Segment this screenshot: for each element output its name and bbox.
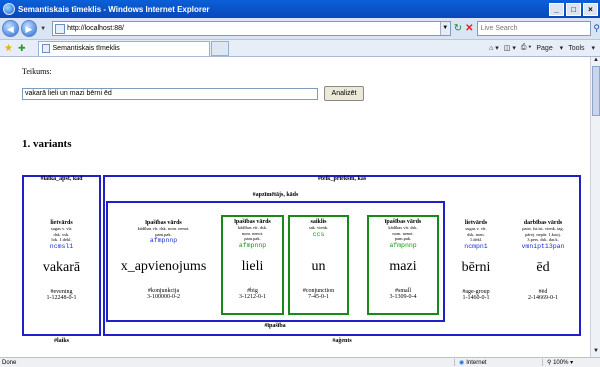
url-dropdown-icon[interactable]: ▼ [439, 22, 450, 35]
sentence-label: Teikums: [22, 67, 52, 76]
zone-label: Internet [466, 359, 487, 366]
word-tag: afmpnnp [389, 241, 417, 249]
scroll-down-icon[interactable]: ▼ [591, 348, 600, 357]
tools-menu[interactable]: Tools ▾ [568, 44, 595, 52]
word-id: 3-1212-0-1 [239, 293, 266, 300]
word-form: ēd [536, 259, 550, 275]
sentence-input[interactable]: vakarā lieli un mazi bērni ēd [22, 88, 318, 100]
page-menu-label: Page [536, 45, 553, 52]
word-un: saiklis sak. vienk. ccs un #conjunction … [290, 219, 347, 300]
refresh-icon[interactable]: ↻ [454, 23, 462, 34]
back-arrow-icon[interactable]: ◀ [2, 20, 19, 37]
word-form: un [311, 258, 326, 274]
word-id: 3-1309-0-4 [389, 293, 417, 300]
word-tag: ccs [312, 230, 325, 238]
word-form: lieli [241, 258, 264, 274]
analyze-button[interactable]: Analizēt [324, 86, 364, 101]
scroll-up-icon[interactable]: ▲ [591, 57, 600, 66]
word-id: 3-100000-0-2 [147, 294, 180, 300]
agents-label: #aģents [332, 338, 352, 344]
word-id: 1-1460-0-1 [462, 294, 490, 301]
page-content: Teikums: vakarā lieli un mazi bērni ēd A… [0, 57, 590, 357]
word-ed: darbības vārds patst. īst.ist. vienk. ta… [507, 220, 579, 301]
tab-page-icon [41, 44, 50, 53]
laika-apst-label: #laika_apst, kad [40, 176, 83, 182]
word-id: 2-14669-0-1 [528, 294, 558, 301]
ie-logo-icon [3, 3, 15, 15]
word-id: 7-45-0-1 [308, 293, 329, 300]
stop-icon[interactable]: ✕ [465, 23, 473, 34]
variant-heading: 1. variants [22, 138, 72, 150]
security-zone: ◉ Internet [454, 359, 542, 366]
word-tag: vmnipt13pan [521, 242, 565, 250]
history-dropdown-icon[interactable]: ▼ [40, 26, 46, 32]
window-title: Semantiskais tīmeklis - Windows Internet… [18, 4, 210, 14]
laiks-label: #laiks [53, 338, 69, 344]
word-vakara: lietvārds sugas v. vīr. dsk. vsk. lok. 1… [24, 220, 99, 301]
search-icon[interactable]: ⚲ [593, 23, 600, 34]
word-tag: afmpnnp [149, 237, 178, 244]
word-form: mazi [389, 258, 417, 274]
add-favorites-icon[interactable]: ✚ [18, 43, 26, 54]
minimize-button[interactable]: _ [549, 2, 564, 16]
address-field[interactable]: http://localhost:88/ ▼ [52, 21, 451, 36]
url-text[interactable]: http://localhost:88/ [67, 25, 124, 32]
word-tag: ncmpn1 [464, 242, 488, 250]
search-input[interactable]: Live Search [476, 21, 592, 36]
zoom-control[interactable]: ⚲ 100% ▾ [542, 359, 600, 366]
word-form: x_apvienojums [120, 259, 207, 274]
vertical-scrollbar[interactable]: ▲ ▼ [590, 57, 600, 357]
feeds-icon[interactable]: ◫ ▾ [504, 44, 516, 52]
globe-icon: ◉ [459, 360, 465, 366]
zoom-level: 100% [553, 360, 569, 366]
word-mazi: īpašības vārds kādības vīr. dsk. nom. ne… [369, 219, 437, 300]
word-tag: afmpnnp [238, 241, 267, 249]
address-toolbar: ◀ ▶ ▼ http://localhost:88/ ▼ ↻ ✕ Live Se… [0, 18, 600, 40]
word-tag: ncmsl1 [49, 242, 74, 250]
ipasiba-label: #īpašība [264, 323, 286, 329]
maximize-button[interactable]: □ [566, 2, 581, 16]
apzimetajs-label: #apzīmētājs, kāds [252, 192, 299, 198]
command-bar: ⌂ ▾ ◫ ▾ ⎙ ▾ Page ▾ Tools ▾ [489, 44, 600, 52]
scroll-thumb[interactable] [592, 66, 600, 116]
page-icon [55, 23, 66, 34]
home-icon[interactable]: ⌂ ▾ [489, 44, 499, 52]
teik-priekshm-label: #teik_priekšm, kas [317, 176, 367, 182]
tab-label: Semantiskais tīmeklis [52, 45, 120, 52]
word-form: bērni [461, 259, 491, 275]
page-menu[interactable]: Page ▾ [536, 44, 563, 52]
tools-menu-label: Tools [568, 45, 585, 52]
word-id: 1-12248-0-1 [46, 294, 77, 301]
status-bar: Done ◉ Internet ⚲ 100% ▾ [0, 357, 600, 367]
word-x-apvienojums: īpašības vārds kādības vīr. dsk. nom. ne… [108, 220, 219, 300]
forward-arrow-icon[interactable]: ▶ [20, 20, 38, 37]
title-bar: Semantiskais tīmeklis - Windows Internet… [0, 0, 600, 18]
status-text: Done [2, 359, 17, 366]
word-form: vakarā [42, 259, 81, 275]
print-icon[interactable]: ⎙ ▾ [521, 44, 532, 52]
word-berni: lietvārds sugas v. vīr. dsk. nom. 1.dekl… [448, 220, 504, 301]
favorites-star-icon[interactable]: ★ [4, 43, 13, 54]
search-placeholder: Live Search [480, 25, 518, 32]
tab-semantiskais[interactable]: Semantiskais tīmeklis [37, 40, 210, 56]
close-button[interactable]: × [583, 2, 598, 16]
tab-bar: ★ ✚ Semantiskais tīmeklis ⌂ ▾ ◫ ▾ ⎙ ▾ Pa… [0, 40, 600, 57]
word-lieli: īpašības vārds kādības vīr. dsk. nom. ne… [223, 219, 282, 300]
new-tab-button[interactable] [210, 40, 229, 56]
